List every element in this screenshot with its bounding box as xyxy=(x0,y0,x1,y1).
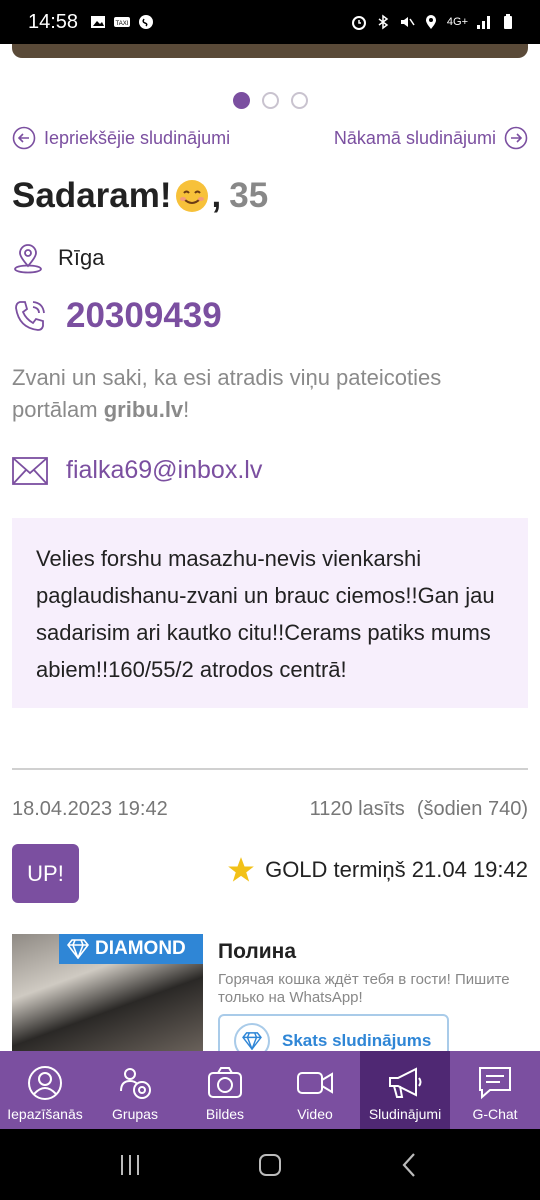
promo-card[interactable]: DIAMOND Полина Горячая кошка ждёт тебя в… xyxy=(12,934,528,1052)
divider xyxy=(12,768,528,770)
contact-hint: Zvani un saki, ka esi atradis viņu patei… xyxy=(12,362,512,426)
back-icon[interactable] xyxy=(395,1150,425,1180)
page-title: Sadaram! , 35 xyxy=(12,176,268,216)
taxi-icon: TAXI xyxy=(114,17,131,27)
groups-icon xyxy=(120,1068,151,1099)
gold-status: GOLD termiņš 21.04 19:42 xyxy=(227,856,528,884)
status-bar: 14:58 TAXI 4G+ xyxy=(0,0,540,44)
envelope-icon xyxy=(12,456,48,485)
view-ad-button[interactable]: Skats sludinājums xyxy=(218,1014,449,1052)
email-address[interactable]: fialka69@inbox.lv xyxy=(66,456,262,485)
profile-name: Sadaram! xyxy=(12,176,172,215)
tab-dating[interactable]: Iepazīšanās xyxy=(0,1051,90,1129)
ad-navigation: Iepriekšējie sludinājumi Nākamā sludināj… xyxy=(12,126,528,150)
hint-text: Zvani un saki, ka esi atradis viņu patei… xyxy=(12,365,442,422)
tab-video[interactable]: Video xyxy=(270,1051,360,1129)
up-button[interactable]: UP! xyxy=(12,844,79,903)
carousel-dot[interactable] xyxy=(261,92,279,109)
recent-apps-icon[interactable] xyxy=(115,1150,145,1180)
diamond-icon xyxy=(242,1032,262,1050)
smiling-face-icon xyxy=(175,180,208,212)
tab-gchat[interactable]: G-Chat xyxy=(450,1051,540,1129)
tab-ads[interactable]: Sludinājumi xyxy=(360,1051,450,1129)
bottom-tab-bar: Iepazīšanās Grupas Bildes Video Sludināj… xyxy=(0,1051,540,1129)
image-icon xyxy=(91,16,106,28)
carousel-dot[interactable] xyxy=(232,92,250,109)
title-separator: , xyxy=(211,176,222,215)
status-time: 14:58 xyxy=(28,10,79,33)
arrow-right-circle-icon xyxy=(504,126,528,150)
tab-photos[interactable]: Bildes xyxy=(180,1051,270,1129)
signal-icon xyxy=(477,16,490,29)
carousel-dots xyxy=(0,92,540,109)
next-ads-link[interactable]: Nākamā sludinājumi xyxy=(334,126,528,150)
previous-ads-link[interactable]: Iepriekšējie sludinājumi xyxy=(12,126,230,150)
profile-age: 35 xyxy=(229,176,269,215)
chat-icon xyxy=(479,1067,511,1100)
location-pin-icon xyxy=(14,244,42,274)
ad-meta: 18.04.2023 19:42 1120 lasīts (šodien 740… xyxy=(12,798,528,821)
location-icon xyxy=(425,15,436,29)
phone-row[interactable]: 20309439 xyxy=(12,296,222,336)
camera-icon xyxy=(208,1067,242,1098)
arrow-left-circle-icon xyxy=(12,126,36,150)
next-ads-label: Nākamā sludinājumi xyxy=(333,127,496,148)
tab-label: Iepazīšanās xyxy=(7,1106,83,1122)
video-icon xyxy=(297,1072,333,1094)
home-icon[interactable] xyxy=(255,1150,285,1180)
system-navigation xyxy=(0,1129,540,1200)
svg-text:TAXI: TAXI xyxy=(116,21,129,27)
photo-carousel-image[interactable] xyxy=(12,44,528,58)
phone-number[interactable]: 20309439 xyxy=(66,296,222,336)
tab-label: Video xyxy=(297,1106,333,1122)
tab-groups[interactable]: Grupas xyxy=(90,1051,180,1129)
shazam-icon xyxy=(139,15,154,29)
megaphone-icon xyxy=(389,1067,422,1098)
diamond-icon xyxy=(67,939,89,959)
battery-icon xyxy=(504,14,512,29)
email-row[interactable]: fialka69@inbox.lv xyxy=(12,456,262,485)
promo-text: Горячая кошка ждёт тебя в гости! Пишите … xyxy=(218,971,510,1006)
diamond-badge: DIAMOND xyxy=(59,934,203,964)
hint-end: ! xyxy=(183,397,190,422)
view-ad-label: Skats sludinājums xyxy=(282,1031,432,1050)
diamond-label: DIAMOND xyxy=(95,938,186,959)
tab-label: Sludinājumi xyxy=(368,1106,442,1122)
city-label: Rīga xyxy=(58,245,105,270)
tab-label: Bildes xyxy=(205,1106,245,1122)
carousel-dot[interactable] xyxy=(290,92,308,109)
tab-label: G-Chat xyxy=(472,1106,518,1122)
phone-icon xyxy=(15,301,45,331)
tab-label: Grupas xyxy=(112,1106,158,1122)
bluetooth-icon xyxy=(378,14,389,30)
user-icon xyxy=(28,1066,62,1100)
network-label: 4G+ xyxy=(446,16,468,28)
view-count: 1120 lasīts xyxy=(309,798,405,820)
hint-site: gribu.lv xyxy=(103,397,184,422)
promo-name: Полина xyxy=(218,940,297,963)
previous-ads-label: Iepriekšējie sludinājumi xyxy=(44,127,231,148)
alarm-icon xyxy=(351,16,366,30)
ad-description: Velies forshu masazhu-nevis vienkarshi p… xyxy=(12,518,528,708)
today-count: (šodien 740) xyxy=(416,798,528,820)
star-icon xyxy=(228,857,254,882)
gold-label: GOLD termiņš 21.04 19:42 xyxy=(265,857,528,882)
city-row: Rīga xyxy=(12,242,104,274)
mute-icon xyxy=(400,17,415,27)
ad-date: 18.04.2023 19:42 xyxy=(12,798,168,820)
